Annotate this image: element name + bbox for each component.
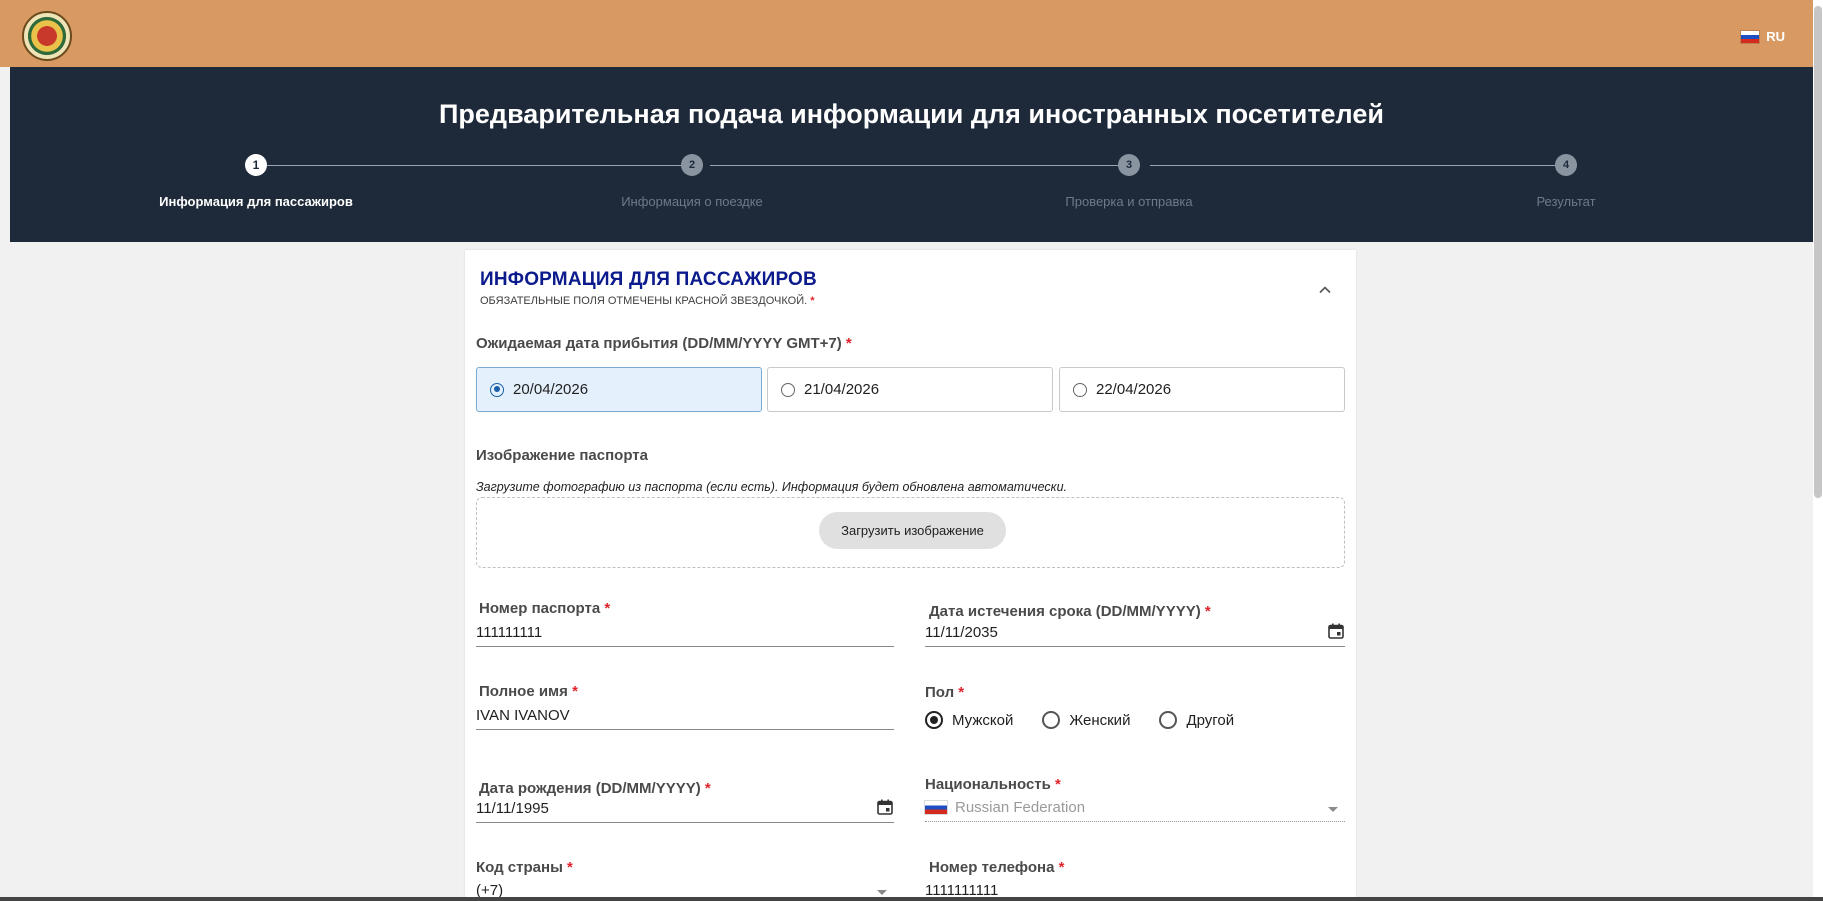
scrollbar-thumb[interactable] xyxy=(1814,6,1822,498)
radio-checked-icon xyxy=(925,711,943,729)
calendar-icon[interactable] xyxy=(1327,622,1345,640)
chevron-down-icon[interactable] xyxy=(877,890,887,895)
gender-option-other[interactable]: Другой xyxy=(1159,711,1234,729)
russia-flag-icon xyxy=(1741,30,1760,43)
phone-label: Номер телефона * xyxy=(929,859,1065,876)
passport-image-label: Изображение паспорта xyxy=(476,447,648,464)
gender-option-female[interactable]: Женский xyxy=(1042,711,1130,729)
radio-unchecked-icon xyxy=(781,382,795,397)
nationality-select[interactable]: Russian Federation xyxy=(925,794,1345,822)
stepper-connector xyxy=(1150,165,1562,166)
arrival-option-1[interactable]: 20/04/2026 xyxy=(476,367,762,412)
arrival-option-2[interactable]: 21/04/2026 xyxy=(767,367,1053,412)
chevron-up-icon[interactable] xyxy=(1317,282,1333,298)
arrival-option-label: 20/04/2026 xyxy=(513,381,589,398)
step-2-indicator[interactable]: 2 xyxy=(681,154,703,176)
arrival-date-label: Ожидаемая дата прибытия (DD/MM/YYYY GMT+… xyxy=(476,335,852,352)
radio-unchecked-icon xyxy=(1073,382,1087,397)
stepper-connector xyxy=(250,165,682,166)
birth-date-input[interactable] xyxy=(476,795,894,823)
card-title: ИНФОРМАЦИЯ ДЛЯ ПАССАЖИРОВ xyxy=(480,269,817,290)
full-name-input[interactable] xyxy=(476,702,894,730)
step-2-label[interactable]: Информация о поездке xyxy=(532,194,852,209)
radio-unchecked-icon xyxy=(1042,711,1061,729)
expiry-date-label: Дата истечения срока (DD/MM/YYYY) * xyxy=(929,603,1211,620)
full-name-label: Полное имя * xyxy=(479,683,578,700)
expiry-date-input[interactable] xyxy=(925,619,1345,647)
step-3-label[interactable]: Проверка и отправка xyxy=(969,194,1289,209)
upload-dropzone[interactable]: Загрузить изображение xyxy=(476,497,1345,568)
emblem-logo[interactable] xyxy=(22,11,72,61)
step-4-label[interactable]: Результат xyxy=(1406,194,1726,209)
arrival-option-label: 22/04/2026 xyxy=(1096,381,1172,398)
top-bar: RU xyxy=(0,0,1823,67)
radio-unchecked-icon xyxy=(1159,711,1178,729)
passport-number-input[interactable] xyxy=(476,619,894,647)
gender-option-male[interactable]: Мужской xyxy=(925,711,1013,729)
page-header: Предварительная подача информации для ин… xyxy=(10,67,1813,242)
step-1-indicator[interactable]: 1 xyxy=(245,154,267,176)
nationality-value: Russian Federation xyxy=(955,799,1086,816)
upload-image-button[interactable]: Загрузить изображение xyxy=(819,512,1006,549)
page-title: Предварительная подача информации для ин… xyxy=(439,99,1384,129)
passport-number-label: Номер паспорта * xyxy=(479,600,611,617)
language-selector[interactable]: RU xyxy=(1741,29,1785,44)
step-3-indicator[interactable]: 3 xyxy=(1118,154,1140,176)
arrival-option-3[interactable]: 22/04/2026 xyxy=(1059,367,1345,412)
nationality-label: Национальность * xyxy=(925,776,1061,793)
card-subtitle: ОБЯЗАТЕЛЬНЫЕ ПОЛЯ ОТМЕЧЕНЫ КРАСНОЙ ЗВЕЗД… xyxy=(480,295,815,307)
russia-flag-icon xyxy=(925,801,947,814)
gender-radio-group: Мужской Женский Другой xyxy=(925,711,1263,729)
passport-image-hint: Загрузите фотографию из паспорта (если е… xyxy=(476,480,1068,494)
passenger-info-card: ИНФОРМАЦИЯ ДЛЯ ПАССАЖИРОВ ОБЯЗАТЕЛЬНЫЕ П… xyxy=(465,250,1356,901)
arrival-option-label: 21/04/2026 xyxy=(804,381,880,398)
step-1-label[interactable]: Информация для пассажиров xyxy=(96,194,416,209)
step-4-indicator[interactable]: 4 xyxy=(1555,154,1577,176)
language-label: RU xyxy=(1766,29,1785,44)
calendar-icon[interactable] xyxy=(876,798,894,816)
chevron-down-icon[interactable] xyxy=(1328,807,1338,812)
country-code-label: Код страны * xyxy=(476,859,573,876)
gender-label: Пол * xyxy=(925,684,965,701)
stepper-connector xyxy=(710,165,1122,166)
window-bottom-edge xyxy=(0,897,1823,901)
radio-checked-icon xyxy=(490,382,504,397)
